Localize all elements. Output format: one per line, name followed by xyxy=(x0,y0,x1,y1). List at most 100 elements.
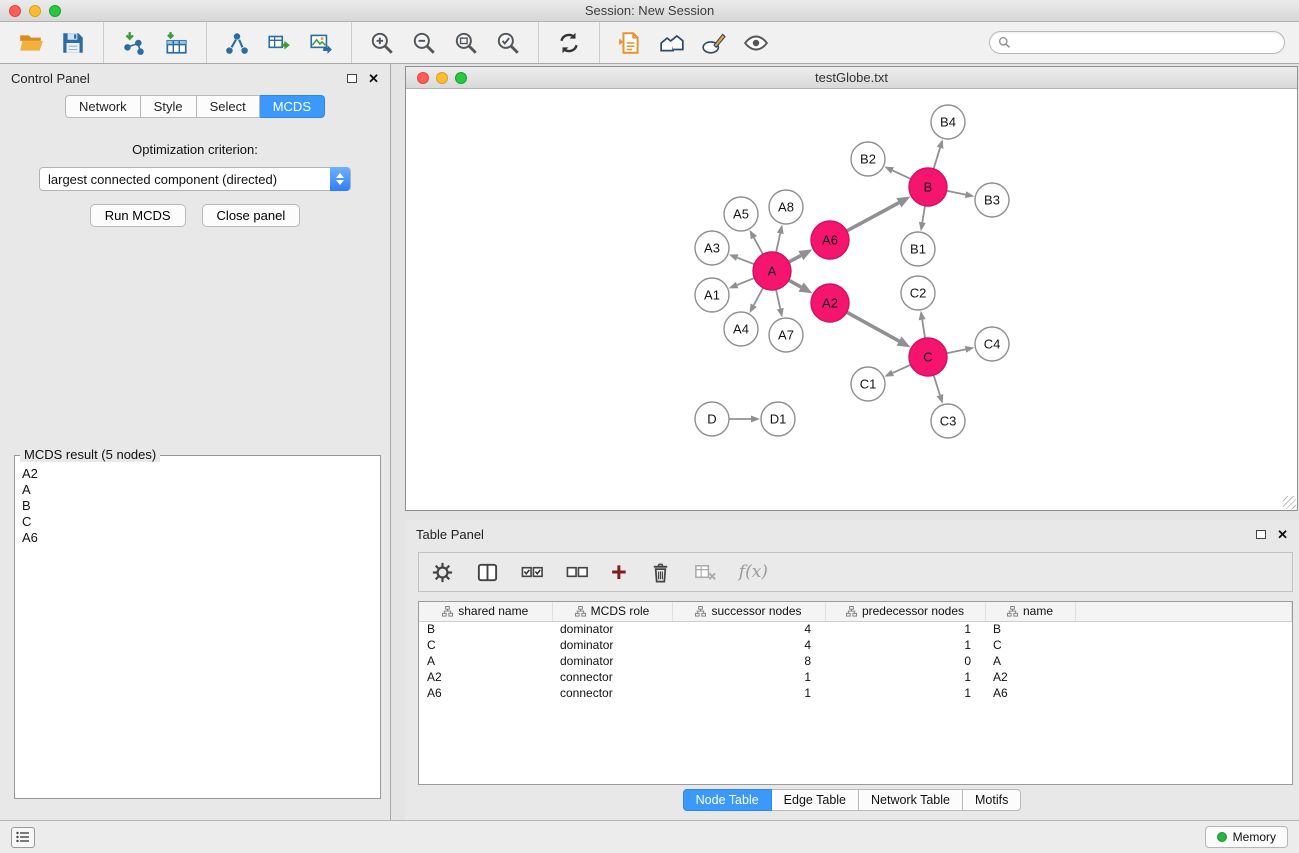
column-header-predecessor-nodes[interactable]: predecessor nodes xyxy=(825,602,985,621)
mcds-result-item[interactable]: C xyxy=(22,514,373,530)
graph-edge-C-C1[interactable] xyxy=(884,365,910,377)
table-tab-network-table[interactable]: Network Table xyxy=(859,789,963,811)
float-table-panel-icon[interactable] xyxy=(1256,530,1266,539)
graph-edge-A-A6[interactable] xyxy=(789,249,813,262)
graph-edge-B-B1[interactable] xyxy=(919,206,926,231)
table-row[interactable]: A6connector11A6 xyxy=(419,685,1292,701)
table-row[interactable]: Cdominator41C xyxy=(419,637,1292,653)
tab-style[interactable]: Style xyxy=(141,95,197,118)
network-table-icon[interactable] xyxy=(262,27,296,59)
graph-edge-C-C2[interactable] xyxy=(919,311,926,338)
graphics-details-icon[interactable] xyxy=(697,27,731,59)
select-all-icon[interactable] xyxy=(521,558,544,586)
column-header-successor-nodes[interactable]: successor nodes xyxy=(672,602,825,621)
zoom-fit-icon[interactable] xyxy=(449,27,483,59)
network-merge-icon[interactable] xyxy=(220,27,254,59)
search-input[interactable] xyxy=(1016,36,1276,50)
graph-node-D[interactable]: D xyxy=(695,402,729,436)
graph-edge-A-A4[interactable] xyxy=(749,288,763,313)
search-field[interactable] xyxy=(989,31,1285,54)
zoom-out-icon[interactable] xyxy=(407,27,441,59)
graph-node-B4[interactable]: B4 xyxy=(931,105,965,139)
column-header-shared-name[interactable]: shared name xyxy=(419,602,552,621)
graph-edge-A-A8[interactable] xyxy=(776,225,784,253)
graph-node-A2[interactable]: A2 xyxy=(811,284,849,322)
graph-node-B[interactable]: B xyxy=(909,168,947,206)
graph-node-A7[interactable]: A7 xyxy=(769,318,803,352)
zoom-window-button[interactable] xyxy=(49,5,61,17)
zoom-network-window-button[interactable] xyxy=(455,72,467,84)
table-tab-edge-table[interactable]: Edge Table xyxy=(772,789,859,811)
mcds-result-item[interactable]: A6 xyxy=(22,530,373,546)
tab-mcds[interactable]: MCDS xyxy=(260,95,325,118)
graph-edge-A-A3[interactable] xyxy=(729,254,754,264)
delete-table-icon[interactable] xyxy=(694,558,717,586)
graph-edge-A-A1[interactable] xyxy=(729,278,755,288)
table-tab-node-table[interactable]: Node Table xyxy=(683,789,772,811)
run-mcds-button[interactable]: Run MCDS xyxy=(90,204,186,227)
apply-layout-icon[interactable] xyxy=(552,27,586,59)
tab-network[interactable]: Network xyxy=(65,95,141,118)
criterion-dropdown[interactable]: largest connected component (directed) xyxy=(39,167,351,191)
graph-node-B3[interactable]: B3 xyxy=(975,183,1009,217)
graph-edge-C-C3[interactable] xyxy=(934,375,944,404)
graph-edge-C-C4[interactable] xyxy=(947,346,975,353)
settings-gear-icon[interactable] xyxy=(431,558,454,586)
zoom-in-icon[interactable] xyxy=(365,27,399,59)
function-builder-icon[interactable]: f(x) xyxy=(739,558,768,586)
delete-row-icon[interactable] xyxy=(649,558,672,586)
graph-edge-A2-C[interactable] xyxy=(847,312,911,347)
graph-node-A8[interactable]: A8 xyxy=(769,190,803,224)
table-row[interactable]: Bdominator41B xyxy=(419,621,1292,637)
graph-node-A1[interactable]: A1 xyxy=(695,278,729,312)
graph-node-B1[interactable]: B1 xyxy=(901,232,935,266)
mcds-result-item[interactable]: A2 xyxy=(22,466,373,482)
export-image-icon[interactable] xyxy=(304,27,338,59)
mcds-result-item[interactable]: B xyxy=(22,498,373,514)
column-header-name[interactable]: name xyxy=(985,602,1075,621)
deselect-all-icon[interactable] xyxy=(566,558,589,586)
graph-node-D1[interactable]: D1 xyxy=(761,402,795,436)
save-session-icon[interactable] xyxy=(56,27,90,59)
graph-node-C1[interactable]: C1 xyxy=(851,367,885,401)
import-network-icon[interactable] xyxy=(117,27,151,59)
graph-edge-A6-B[interactable] xyxy=(847,197,911,231)
graph-edge-B-B2[interactable] xyxy=(884,167,910,179)
graph-edge-D-D1[interactable] xyxy=(729,416,760,423)
session-report-icon[interactable] xyxy=(613,27,647,59)
close-panel-icon[interactable]: ✕ xyxy=(368,72,379,85)
minimize-network-window-button[interactable] xyxy=(436,72,448,84)
close-table-panel-icon[interactable]: ✕ xyxy=(1277,528,1288,541)
graph-node-A6[interactable]: A6 xyxy=(811,221,849,259)
network-canvas[interactable]: AA1A2A3A4A5A6A7A8BB1B2B3B4CC1C2C3C4DD1 xyxy=(406,89,1297,510)
close-network-window-button[interactable] xyxy=(417,72,429,84)
graph-node-C4[interactable]: C4 xyxy=(975,327,1009,361)
table-row[interactable]: A2connector11A2 xyxy=(419,669,1292,685)
open-session-icon[interactable] xyxy=(14,27,48,59)
graph-edge-A-A5[interactable] xyxy=(750,230,763,254)
import-table-icon[interactable] xyxy=(159,27,193,59)
graph-node-A5[interactable]: A5 xyxy=(724,197,758,231)
column-header-mcds-role[interactable]: MCDS role xyxy=(552,602,672,621)
mcds-result-item[interactable]: A xyxy=(22,482,373,498)
eye-icon[interactable] xyxy=(739,27,773,59)
table-row[interactable]: Adominator80A xyxy=(419,653,1292,669)
memory-button[interactable]: Memory xyxy=(1205,826,1288,848)
graph-node-C3[interactable]: C3 xyxy=(931,404,965,438)
close-panel-button[interactable]: Close panel xyxy=(202,204,301,227)
graph-node-C2[interactable]: C2 xyxy=(901,276,935,310)
graph-node-C[interactable]: C xyxy=(909,338,947,376)
home-icon[interactable] xyxy=(655,27,689,59)
graph-node-B2[interactable]: B2 xyxy=(851,142,885,176)
graph-edge-A-A7[interactable] xyxy=(776,290,784,318)
graph-node-A3[interactable]: A3 xyxy=(695,231,729,265)
add-row-icon[interactable]: + xyxy=(611,558,627,586)
close-window-button[interactable] xyxy=(9,5,21,17)
zoom-selected-icon[interactable] xyxy=(491,27,525,59)
float-panel-icon[interactable] xyxy=(347,74,357,83)
graph-edge-A-A2[interactable] xyxy=(789,280,813,293)
minimize-window-button[interactable] xyxy=(29,5,41,17)
graph-edge-B-B4[interactable] xyxy=(934,139,944,169)
task-history-icon[interactable] xyxy=(11,827,35,848)
graph-node-A4[interactable]: A4 xyxy=(724,312,758,346)
